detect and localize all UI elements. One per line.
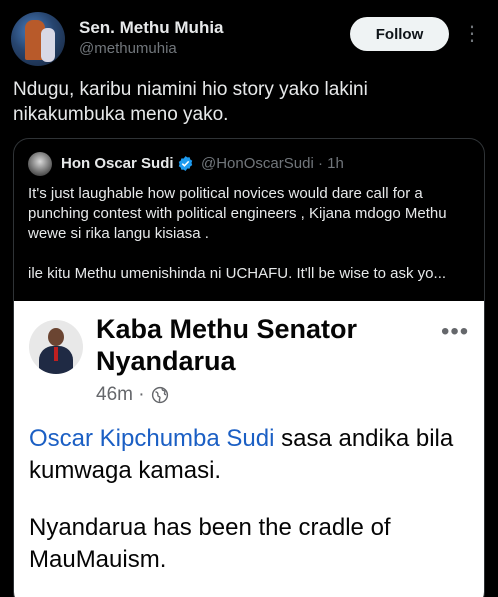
avatar-figure-secondary [41, 28, 55, 62]
quoted-text-paragraph-1: It's just laughable how political novice… [28, 185, 447, 242]
fb-post-time: 46m · [96, 384, 145, 405]
quoted-text-paragraph-2: ile kitu Methu umenishinda ni UCHAFU. It… [28, 265, 447, 282]
fb-post-meta: 46m · [96, 384, 169, 406]
author-avatar[interactable] [11, 12, 65, 66]
quoted-author-avatar[interactable] [28, 152, 52, 176]
fb-mention-link: Oscar Kipchumba Sudi [29, 425, 275, 452]
post-header: Sen. Methu Muhia @methumuhia Follow ⋮ [0, 0, 498, 70]
more-options-icon[interactable]: ⋮ [462, 20, 482, 48]
quoted-author-name[interactable]: Hon Oscar Sudi [61, 155, 174, 172]
globe-icon [151, 386, 168, 404]
fb-post-body: Oscar Kipchumba Sudi sasa andika bila ku… [29, 423, 474, 576]
fb-author-avatar [29, 320, 83, 374]
embedded-screenshot[interactable]: Kaba Methu Senator Nyandarua ••• 46m · O… [14, 301, 484, 597]
verified-badge-icon [178, 156, 193, 171]
post-text: Ndugu, karibu niamini hio story yako lak… [13, 79, 368, 125]
fb-author-name: Kaba Methu Senator Nyandarua [96, 314, 358, 376]
author-handle[interactable]: @methumuhia [79, 40, 177, 57]
quoted-post[interactable]: Hon Oscar Sudi @HonOscarSudi · 1h It's j… [13, 138, 485, 597]
fb-body-paragraph-2: Nyandarua has been the cradle of MauMaui… [29, 514, 391, 573]
quoted-post-text: It's just laughable how political novice… [28, 184, 478, 284]
fb-more-icon: ••• [441, 318, 470, 345]
follow-button[interactable]: Follow [350, 17, 449, 51]
quoted-author-handle-time: @HonOscarSudi · 1h [201, 155, 344, 172]
author-name[interactable]: Sen. Methu Muhia [79, 18, 224, 38]
